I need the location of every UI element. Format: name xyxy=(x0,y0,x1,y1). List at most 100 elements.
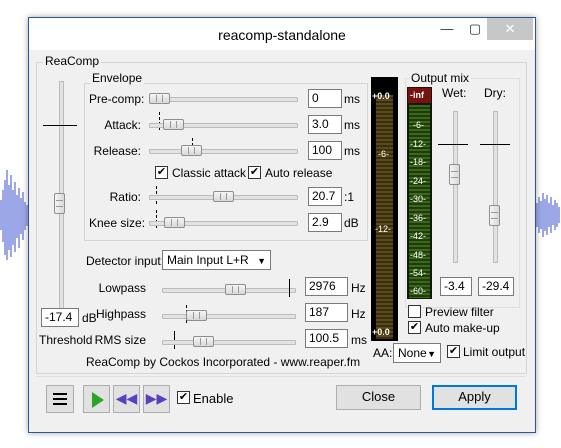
release-thumb[interactable] xyxy=(181,145,202,156)
menu-button[interactable] xyxy=(46,385,74,413)
lowpass-unit: Hz xyxy=(351,281,366,295)
gr-tick: -6- xyxy=(413,120,424,130)
detector-selected: Main Input L+R xyxy=(167,253,249,267)
meter-top-label: +0.0 xyxy=(372,91,390,101)
auto-makeup-label: Auto make-up xyxy=(425,321,500,335)
dry-thumb[interactable] xyxy=(489,205,500,226)
gr-meter: -inf -6- -12- -18- -24- -30- -36- -42- -… xyxy=(407,87,432,299)
menu-icon xyxy=(53,393,67,405)
gr-top-label: -inf xyxy=(410,90,424,100)
dry-field[interactable]: -29.4 xyxy=(478,277,514,296)
classic-attack-checkbox[interactable]: ✔ xyxy=(155,166,168,179)
close-button[interactable]: Close xyxy=(336,385,421,410)
enable-label: Enable xyxy=(193,391,234,406)
ratio-thumb[interactable] xyxy=(213,191,234,202)
wet-field[interactable]: -3.4 xyxy=(440,277,472,296)
meter-mid1-label: -6- xyxy=(378,149,389,159)
wet-marker xyxy=(438,144,468,145)
attack-label: Attack: xyxy=(104,118,141,132)
threshold-label: Threshold xyxy=(39,333,93,347)
credit-text: ReaComp by Cockos Incorporated - www.rea… xyxy=(86,355,361,369)
meter-mid2-label: -12- xyxy=(375,224,392,234)
rms-thumb[interactable] xyxy=(193,336,214,347)
aa-label: AA: xyxy=(373,346,393,360)
play-icon xyxy=(92,392,104,408)
apply-button[interactable]: Apply xyxy=(432,385,517,410)
wet-thumb[interactable] xyxy=(449,164,460,185)
knee-thumb[interactable] xyxy=(164,217,185,228)
highpass-field[interactable]: 187 xyxy=(305,303,348,322)
lowpass-label: Lowpass xyxy=(98,281,146,295)
input-meter-bar xyxy=(376,95,393,339)
gr-tick: -60- xyxy=(410,286,427,296)
reacomp-group-label: ReaComp xyxy=(43,54,102,68)
wet-label: Wet: xyxy=(442,86,467,100)
gr-tick: -36- xyxy=(410,213,427,223)
precomp-label: Pre-comp: xyxy=(89,92,145,106)
knee-field[interactable]: 2.9 xyxy=(308,213,342,232)
plugin-window: reacomp-standalone — ▢ ✕ ReaComp Envelop… xyxy=(28,17,536,433)
classic-attack-label: Classic attack xyxy=(172,166,247,180)
play-button[interactable] xyxy=(83,385,110,413)
chevron-down-icon: ▼ xyxy=(257,256,266,266)
release-label: Release: xyxy=(93,144,141,158)
ratio-field[interactable]: 20.7 xyxy=(308,187,342,206)
maximize-button[interactable]: ▢ xyxy=(461,18,489,40)
output-mix-label: Output mix xyxy=(409,71,472,85)
forward-icon: ▶▶ xyxy=(145,390,168,406)
precomp-track[interactable] xyxy=(149,97,298,102)
gr-tick: -48- xyxy=(410,250,427,260)
precomp-unit: ms xyxy=(344,92,360,106)
close-window-button[interactable]: ✕ xyxy=(487,18,533,40)
gr-tick: -24- xyxy=(410,176,427,186)
aa-selected: None xyxy=(398,346,427,360)
knee-unit: dB xyxy=(344,216,359,230)
limit-output-label: Limit output xyxy=(463,345,526,359)
rewind-icon: ◀◀ xyxy=(115,390,138,406)
envelope-group-label: Envelope xyxy=(90,71,145,85)
rms-track[interactable] xyxy=(162,340,296,345)
precomp-field[interactable]: 0 xyxy=(308,89,342,108)
release-field[interactable]: 100 xyxy=(308,141,342,160)
auto-makeup-checkbox[interactable]: ✔ xyxy=(408,321,421,334)
auto-release-checkbox[interactable]: ✔ xyxy=(248,166,261,179)
threshold-thumb[interactable] xyxy=(54,193,65,214)
highpass-label: Highpass xyxy=(95,307,146,321)
aa-select[interactable]: None ▼ xyxy=(393,343,441,363)
attack-field[interactable]: 3.0 xyxy=(308,115,342,134)
limit-output-checkbox[interactable]: ✔ xyxy=(447,345,460,358)
threshold-value-field[interactable]: -17.4 xyxy=(41,308,79,327)
rms-unit: ms xyxy=(351,333,367,347)
precomp-thumb[interactable] xyxy=(149,93,170,104)
gr-tick: -12- xyxy=(410,139,427,149)
auto-release-label: Auto release xyxy=(265,166,333,180)
threshold-marker xyxy=(43,125,77,126)
gr-tick: -18- xyxy=(410,157,427,167)
dry-track[interactable] xyxy=(493,111,498,263)
knee-label: Knee size: xyxy=(89,216,146,230)
lowpass-thumb[interactable] xyxy=(225,284,246,295)
dry-label: Dry: xyxy=(484,86,506,100)
dry-marker xyxy=(480,144,510,145)
detector-select[interactable]: Main Input L+R ▼ xyxy=(162,250,271,270)
enable-checkbox[interactable]: ✔ xyxy=(177,391,190,404)
highpass-track[interactable] xyxy=(162,314,296,319)
input-meter: +0.0 -6- -12- +0.0 xyxy=(371,77,398,341)
rms-field[interactable]: 100.5 xyxy=(305,329,348,348)
lowpass-field[interactable]: 2976 xyxy=(305,277,348,296)
wet-track[interactable] xyxy=(453,111,458,263)
release-track[interactable] xyxy=(149,149,298,154)
preview-filter-label: Preview filter xyxy=(425,305,494,319)
waveform-left xyxy=(0,160,28,270)
next-preset-button[interactable]: ▶▶ xyxy=(143,385,170,413)
prev-preset-button[interactable]: ◀◀ xyxy=(113,385,140,413)
preview-filter-checkbox[interactable] xyxy=(408,305,421,318)
detector-label: Detector input: xyxy=(86,254,165,268)
highpass-thumb[interactable] xyxy=(186,310,207,321)
release-unit: ms xyxy=(344,144,360,158)
attack-thumb[interactable] xyxy=(163,119,184,130)
gr-tick: -54- xyxy=(410,268,427,278)
ratio-unit: :1 xyxy=(344,190,355,204)
minimize-button[interactable]: — xyxy=(433,18,461,40)
chevron-down-icon: ▼ xyxy=(427,349,436,359)
